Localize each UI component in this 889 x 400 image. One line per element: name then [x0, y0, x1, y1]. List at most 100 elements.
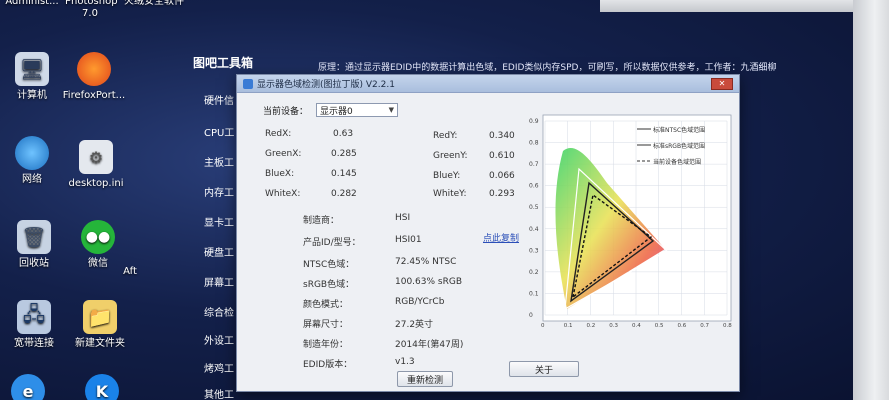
desktop-icon-label: 火绒安全软件 [124, 0, 184, 7]
x-tick-label: 0.1 [564, 323, 573, 329]
about-button[interactable]: 关于 [509, 361, 579, 377]
desktop-icon-administrator[interactable]: Administ... [0, 0, 64, 8]
desktop-icon-kugou[interactable]: K [82, 374, 122, 400]
desktop-icon-label: 计算机 [17, 90, 47, 101]
desktop-icon-computer[interactable]: 🖥 计算机 [0, 52, 64, 102]
toolbox-item-hardware[interactable]: 硬件信 [204, 92, 234, 107]
toolbox-item-memory[interactable]: 内存工 [204, 184, 234, 199]
recycle-bin-icon: 🗑 [17, 220, 51, 254]
desktop-icon-label: 新建文件夹 [75, 338, 125, 349]
color-mode-label: 颜色模式： [303, 300, 349, 310]
toolbox-item-stress[interactable]: 烤鸡工 [204, 360, 234, 375]
desktop-icon-broadband[interactable]: 🖧 宽带连接 [2, 300, 66, 350]
desktop-icon-label: 网络 [22, 174, 42, 185]
toolbox-item-motherboard[interactable]: 主板工 [204, 154, 234, 169]
copy-link[interactable]: 点此复制 [483, 231, 519, 244]
ntsc-value: 72.45% NTSC [395, 257, 457, 267]
toolbox-item-disk[interactable]: 硬盘工 [204, 244, 234, 259]
maker-value: HSI [395, 213, 411, 223]
whitey-value: 0.293 [489, 189, 515, 199]
computer-icon: 🖥 [15, 52, 49, 86]
y-tick-label: 0.3 [529, 247, 539, 254]
firefox-icon [77, 52, 111, 86]
product-label: 产品ID/型号： [303, 238, 361, 248]
srgb-value: 100.63% sRGB [395, 277, 462, 287]
device-select[interactable]: 显示器0 ▼ [316, 103, 399, 117]
broadband-connection-icon: 🖧 [17, 300, 51, 334]
device-select-value: 显示器0 [320, 106, 353, 117]
whitex-label: WhiteX: [265, 189, 301, 199]
whitex-value: 0.282 [331, 189, 357, 199]
desktop-icon-label: 回收站 [19, 258, 49, 269]
y-tick-label: 0.4 [529, 226, 539, 233]
desktop-icon-ie[interactable]: e [8, 374, 48, 400]
x-tick-label: 0.4 [632, 323, 641, 329]
chevron-down-icon: ▼ [388, 106, 395, 114]
x-tick-label: 0.6 [678, 323, 687, 329]
kugou-icon: K [85, 374, 119, 400]
desktop-icon-recycle-bin[interactable]: 🗑 回收站 [2, 220, 66, 270]
gamut-detection-dialog: 显示器色域检测(图拉丁版) V2.2.1 ✕ 当前设备： 显示器0 ▼ RedX… [236, 74, 740, 392]
redx-label: RedX: [265, 129, 292, 139]
greenx-value: 0.285 [331, 149, 357, 159]
internet-explorer-icon: e [11, 374, 45, 400]
toolbox-title: 图吧工具箱 [193, 56, 254, 70]
desktop-icon-label: 宽带连接 [14, 338, 54, 349]
desktop-icon-label: Photoshop 7.0 [65, 0, 118, 19]
toolbox-item-general[interactable]: 综合检 [204, 304, 234, 319]
desktop-icon-after-effects[interactable]: Aft [110, 244, 150, 278]
color-mode-value: RGB/YCrCb [395, 297, 445, 307]
y-tick-label: 0.6 [529, 183, 539, 190]
app-icon [243, 78, 253, 89]
year-value: 2014年(第47周) [395, 340, 464, 350]
monitor-bezel-right [853, 0, 889, 400]
legend-srgb: 标准sRGB色域范围 [653, 142, 705, 150]
legend-device: 当前设备色域范围 [653, 158, 701, 166]
device-row: 当前设备： 显示器0 ▼ [263, 103, 399, 117]
chromaticity-chart: 0.9 0.8 0.7 0.6 0.5 0.4 0.3 0.2 0.1 0 0 0.1 0.2 0.3 0… [527, 111, 735, 329]
screen-size-label: 屏幕尺寸： [303, 320, 349, 330]
x-tick-label: 0.3 [609, 323, 618, 329]
toolbox-item-screen[interactable]: 屏幕工 [204, 274, 234, 289]
edid-value: v1.3 [395, 357, 415, 367]
device-label: 当前设备： [263, 106, 309, 117]
monitor-bezel-top [600, 0, 889, 12]
desktop-icon-label: Aft [123, 266, 137, 277]
bluey-value: 0.066 [489, 171, 515, 181]
y-tick-label: 0 [529, 312, 533, 319]
x-tick-label: 0.5 [655, 323, 664, 329]
x-tick-label: 0.7 [700, 323, 709, 329]
dialog-title: 显示器色域检测(图拉丁版) V2.2.1 [257, 80, 395, 90]
whitey-label: WhiteY: [433, 189, 467, 199]
y-tick-labels: 0.9 0.8 0.7 0.6 0.5 0.4 0.3 0.2 0.1 0 [529, 118, 539, 319]
legend-ntsc: 标准NTSC色域范围 [653, 126, 705, 134]
dialog-titlebar[interactable]: 显示器色域检测(图拉丁版) V2.2.1 ✕ [237, 75, 739, 93]
year-label: 制造年份： [303, 340, 349, 350]
redx-value: 0.63 [333, 129, 354, 139]
ntsc-label: NTSC色域： [303, 260, 355, 270]
toolbox-item-other[interactable]: 其他工 [204, 386, 234, 400]
desktop-icon-desktop-ini[interactable]: ⚙ desktop.ini [64, 140, 128, 190]
settings-file-icon: ⚙ [79, 140, 113, 174]
screen-size-value: 27.2英寸 [395, 320, 434, 330]
toolbox-item-gpu[interactable]: 显卡工 [204, 214, 234, 229]
bluex-value: 0.145 [331, 169, 357, 179]
redetect-button[interactable]: 重新检测 [397, 371, 453, 387]
product-value: HSI01 [395, 235, 422, 245]
network-icon [15, 136, 49, 170]
toolbox-item-cpu[interactable]: CPU工 [204, 124, 234, 139]
desktop-icon-new-folder[interactable]: 📁 新建文件夹 [68, 300, 132, 350]
desktop-icon-network[interactable]: 网络 [0, 136, 64, 186]
desktop-icon-firefox[interactable]: FirefoxPort... [62, 52, 126, 102]
y-tick-label: 0.2 [529, 269, 539, 276]
chromaticity-chart-svg: 0.90.80.70.60.50.40.30.20.10 0 0.1 0.2 0.3 0… [529, 114, 732, 329]
bluex-label: BlueX: [265, 169, 295, 179]
desktop-icon-label: desktop.ini [68, 178, 124, 189]
desktop-icon-huorong[interactable]: 火绒安全软件 [122, 0, 186, 8]
greenx-label: GreenX: [265, 149, 302, 159]
edid-label: EDID版本： [303, 360, 353, 370]
toolbox-item-peripheral[interactable]: 外设工 [204, 332, 234, 347]
close-button[interactable]: ✕ [711, 77, 733, 90]
folder-icon: 📁 [83, 300, 117, 334]
desktop-icon-photoshop[interactable]: Photoshop 7.0 [58, 0, 122, 20]
